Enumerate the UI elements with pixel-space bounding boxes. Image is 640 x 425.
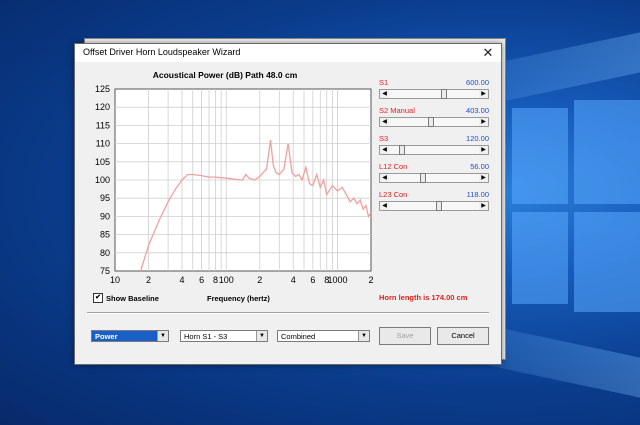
x-tick-label: 6 — [310, 275, 315, 285]
show-baseline-label: Show Baseline — [106, 293, 159, 303]
y-tick-label: 75 — [100, 266, 110, 276]
wizard-dialog: Offset Driver Horn Loudspeaker Wizard ✕ … — [74, 43, 502, 365]
windows-logo-pane — [512, 212, 568, 304]
slider-thumb[interactable] — [427, 117, 434, 127]
x-tick-label: 2 — [146, 275, 151, 285]
y-tick-label: 90 — [100, 211, 110, 221]
x-tick-label: 2 — [257, 275, 262, 285]
param-label: S3 — [379, 134, 389, 143]
scroll-left-icon[interactable]: ◀ — [380, 90, 389, 98]
x-tick-label: 100 — [219, 275, 234, 285]
y-tick-label: 120 — [95, 102, 110, 112]
checkbox-check-icon[interactable]: ✔ — [93, 293, 103, 303]
param-slider[interactable]: ◀ ▶ — [379, 173, 489, 183]
param-label: S1 — [379, 78, 389, 87]
y-tick-label: 125 — [95, 84, 110, 94]
y-tick-label: 105 — [95, 157, 110, 167]
param-value: 600.00 — [466, 78, 489, 87]
windows-logo-pane — [574, 212, 640, 312]
scroll-left-icon[interactable]: ◀ — [380, 174, 389, 182]
scroll-left-icon[interactable]: ◀ — [380, 202, 389, 210]
param-value: 56.00 — [470, 162, 489, 171]
section-select-value: Horn S1 - S3 — [184, 332, 228, 341]
param-value: 403.00 — [466, 106, 489, 115]
scroll-right-icon[interactable]: ▶ — [479, 174, 488, 182]
param-value: 118.00 — [466, 190, 489, 199]
section-select[interactable]: Horn S1 - S3 ▼ — [180, 330, 268, 342]
x-tick-label: 4 — [291, 275, 296, 285]
horn-length-text: Horn length is 174.00 cm — [379, 293, 468, 302]
param-label: S2 Manual — [379, 106, 415, 115]
x-tick-label: 4 — [179, 275, 184, 285]
param-label: L23 Con — [379, 190, 408, 199]
x-tick-label: 10 — [110, 275, 120, 285]
param-slider[interactable]: ◀ ▶ — [379, 117, 489, 127]
chevron-down-icon[interactable]: ▼ — [157, 331, 168, 341]
param-slider[interactable]: ◀ ▶ — [379, 145, 489, 155]
x-tick-label: 6 — [199, 275, 204, 285]
param-slider[interactable]: ◀ ▶ — [379, 89, 489, 99]
slider-thumb[interactable] — [419, 173, 426, 183]
scroll-left-icon[interactable]: ◀ — [380, 146, 389, 154]
y-tick-label: 85 — [100, 230, 110, 240]
param-slider[interactable]: ◀ ▶ — [379, 201, 489, 211]
slider-thumb[interactable] — [440, 89, 447, 99]
show-baseline-checkbox[interactable]: ✔ Show Baseline — [93, 293, 159, 303]
slider-thumb[interactable] — [399, 145, 406, 155]
y-tick-label: 115 — [96, 120, 110, 130]
scroll-right-icon[interactable]: ▶ — [479, 90, 488, 98]
windows-logo-pane — [574, 100, 640, 204]
mode-select[interactable]: Power ▼ — [91, 330, 169, 342]
scroll-right-icon[interactable]: ▶ — [479, 118, 488, 126]
save-button[interactable]: Save — [379, 327, 431, 345]
separator — [87, 312, 489, 314]
scroll-right-icon[interactable]: ▶ — [479, 202, 488, 210]
scroll-right-icon[interactable]: ▶ — [479, 146, 488, 154]
view-select[interactable]: Combined ▼ — [277, 330, 370, 342]
mode-select-value: Power — [95, 332, 118, 341]
param-label: L12 Con — [379, 162, 408, 171]
view-select-value: Combined — [281, 332, 316, 341]
chevron-down-icon[interactable]: ▼ — [256, 331, 267, 341]
cancel-button[interactable]: Cancel — [437, 327, 489, 345]
scroll-left-icon[interactable]: ◀ — [380, 118, 389, 126]
chevron-down-icon[interactable]: ▼ — [358, 331, 369, 341]
slider-thumb[interactable] — [436, 201, 443, 211]
y-tick-label: 110 — [96, 139, 110, 149]
x-axis-label: Frequency (hertz) — [207, 294, 270, 303]
y-tick-label: 100 — [95, 175, 110, 185]
param-value: 120.00 — [466, 134, 489, 143]
x-tick-label: 8 — [213, 275, 218, 285]
y-tick-label: 95 — [100, 193, 110, 203]
x-tick-label: 1000 — [327, 275, 347, 285]
y-tick-label: 80 — [100, 248, 110, 258]
x-tick-label: 2 — [368, 275, 373, 285]
windows-logo-pane — [512, 108, 568, 204]
